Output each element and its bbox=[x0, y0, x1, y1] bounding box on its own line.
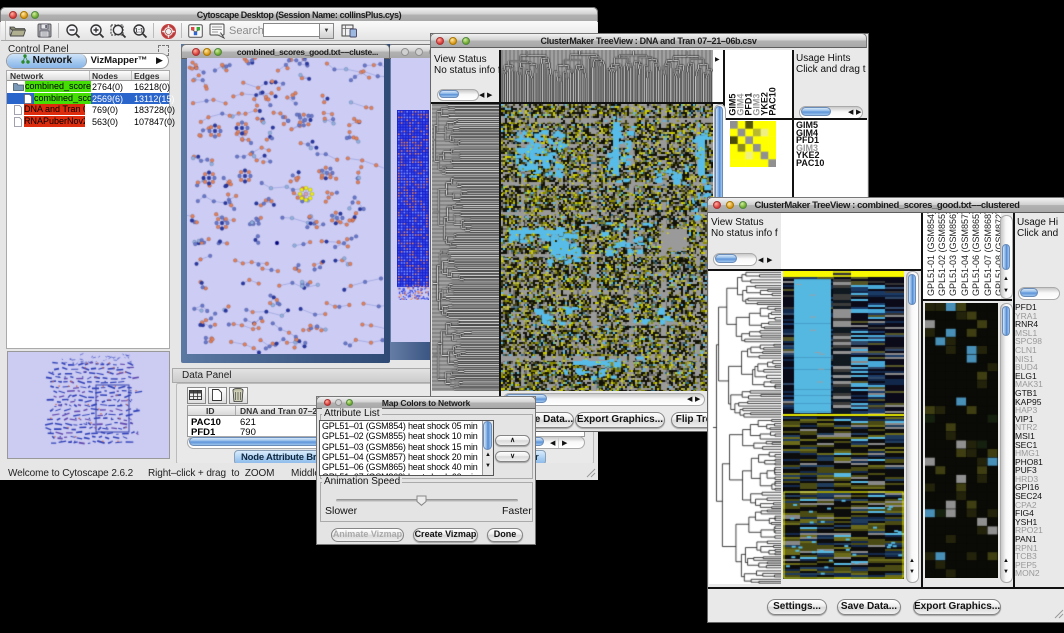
svg-text:1:1: 1:1 bbox=[135, 28, 144, 34]
